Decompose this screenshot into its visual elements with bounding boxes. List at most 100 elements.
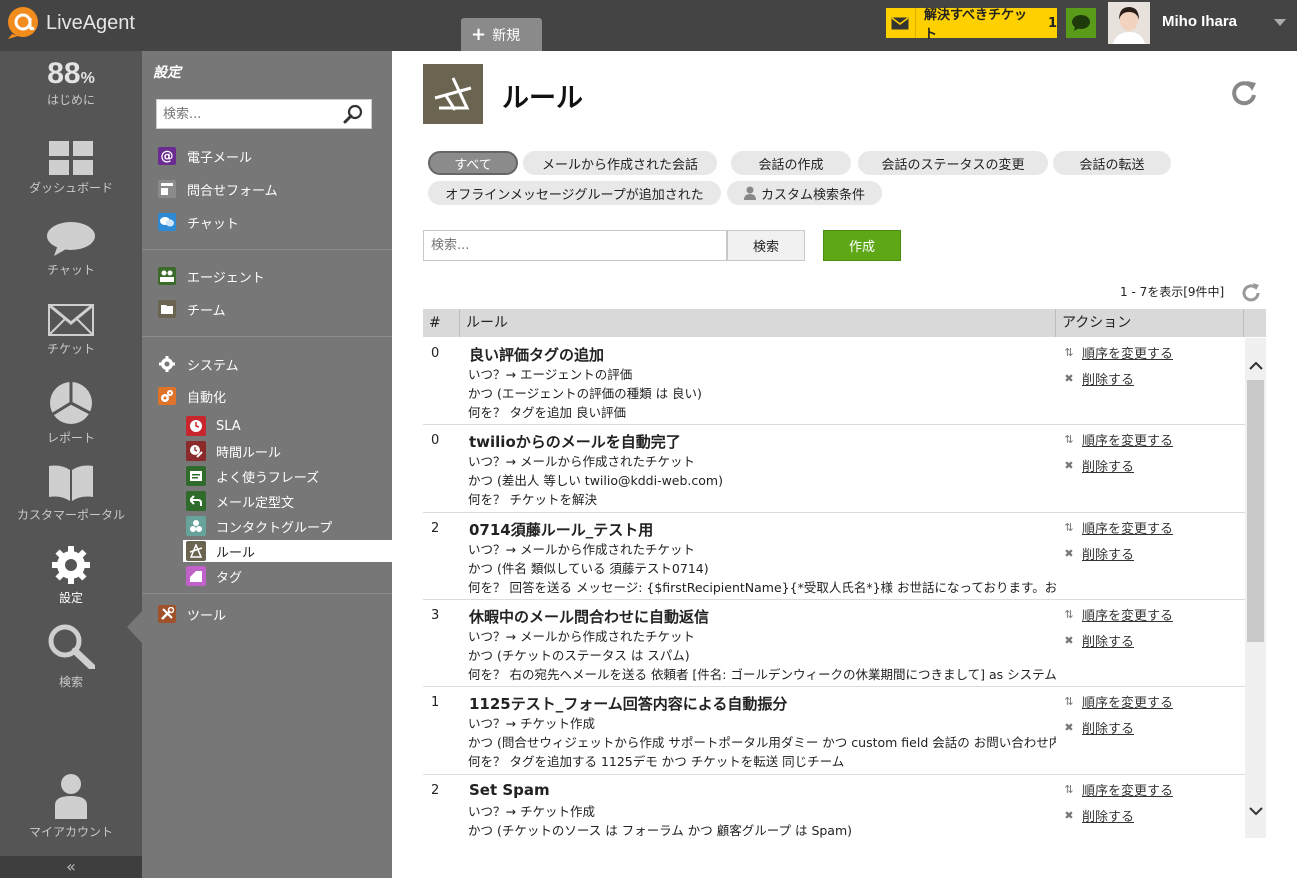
nav-search[interactable]: 検索	[0, 623, 142, 690]
avatar[interactable]	[1108, 2, 1150, 44]
settings-item-teams[interactable]: チーム	[158, 298, 226, 320]
rules-search-input[interactable]	[423, 230, 727, 261]
delete-link[interactable]: 削除する	[1082, 544, 1134, 563]
settings-subitem-mail-templates[interactable]: メール定型文	[186, 490, 294, 512]
settings-subitem-rules[interactable]: ルール	[183, 540, 392, 562]
user-icon	[55, 774, 87, 819]
reorder-link[interactable]: 順序を変更する	[1082, 780, 1173, 799]
table-row[interactable]: 0 良い評価タグの追加 いつ？→ エージェントの評価 かつ (エージェントの評価…	[423, 338, 1245, 425]
chevron-up-icon[interactable]	[1248, 358, 1264, 374]
settings-subitem-sla[interactable]: SLA	[186, 415, 241, 437]
table-row[interactable]: 1 1125テスト_フォーム回答内容による自動振分 いつ？→ チケット作成 かつ…	[423, 687, 1245, 775]
settings-item-tools[interactable]: ツール	[158, 603, 226, 625]
settings-item-chat[interactable]: チャット	[158, 211, 239, 233]
row-title[interactable]: 0714須藤ルール_テスト用	[469, 519, 653, 540]
tickets-to-resolve-button[interactable]: 解決すべきチケット 1	[886, 8, 1057, 42]
settings-item-automation[interactable]: 自動化	[158, 385, 226, 407]
row-number: 0	[431, 346, 440, 361]
delete-action[interactable]: ✖ 削除する	[1062, 718, 1134, 737]
filter-email-conversation[interactable]: メールから作成された会話	[523, 151, 717, 175]
delete-action[interactable]: ✖ 削除する	[1062, 544, 1134, 563]
settings-item-system[interactable]: システム	[158, 353, 239, 375]
logo[interactable]: LiveAgent	[4, 5, 135, 41]
search-icon[interactable]	[343, 104, 363, 124]
reorder-link[interactable]: 順序を変更する	[1082, 343, 1173, 362]
refresh-icon[interactable]	[1241, 282, 1261, 302]
user-name[interactable]: Miho Ihara	[1162, 13, 1237, 30]
divider	[142, 249, 392, 250]
create-button[interactable]: 作成	[823, 230, 901, 261]
scrollbar-thumb[interactable]	[1247, 380, 1264, 642]
row-title[interactable]: Set Spam	[469, 781, 550, 799]
nav-customer-portal[interactable]: カスタマーポータル	[0, 464, 142, 523]
row-title[interactable]: 良い評価タグの追加	[469, 344, 604, 365]
nav-my-account[interactable]: マイアカウント	[0, 773, 142, 840]
table-row[interactable]: 2 Set Spam いつ？→ チケット作成 かつ (チケットのソース は フォ…	[423, 775, 1245, 838]
filter-status-changed[interactable]: 会話のステータスの変更	[858, 151, 1048, 175]
settings-item-contact-form[interactable]: 問合せフォーム	[158, 178, 278, 200]
nav-reports[interactable]: レポート	[0, 381, 142, 446]
nav-label: マイアカウント	[28, 825, 113, 839]
row-title[interactable]: 1125テスト_フォーム回答内容による自動振分	[469, 693, 787, 714]
delete-action[interactable]: ✖ 削除する	[1062, 631, 1134, 650]
divider	[142, 336, 392, 337]
close-icon: ✖	[1064, 459, 1074, 472]
chevron-down-icon[interactable]	[1274, 19, 1286, 26]
nav-dashboard[interactable]: ダッシュボード	[0, 141, 142, 196]
delete-action[interactable]: ✖ 削除する	[1062, 369, 1134, 388]
delete-link[interactable]: 削除する	[1082, 631, 1134, 650]
reorder-link[interactable]: 順序を変更する	[1082, 692, 1173, 711]
settings-subitem-time-rules[interactable]: 時間ルール	[186, 440, 281, 462]
nav-getting-started[interactable]: 88% はじめに	[0, 57, 142, 108]
nav-settings[interactable]: 設定	[0, 545, 142, 606]
settings-item-label: エージェント	[187, 270, 265, 286]
settings-subitem-predefined-answers[interactable]: よく使うフレーズ	[186, 465, 319, 487]
settings-item-agents[interactable]: エージェント	[158, 265, 265, 287]
delete-link[interactable]: 削除する	[1082, 456, 1134, 475]
reorder-action[interactable]: ⇅ 順序を変更する	[1062, 780, 1173, 799]
reorder-action[interactable]: ⇅ 順序を変更する	[1062, 692, 1173, 711]
column-header-number[interactable]: #	[429, 309, 441, 337]
reorder-action[interactable]: ⇅ 順序を変更する	[1062, 518, 1173, 537]
book-icon	[49, 465, 93, 501]
refresh-icon[interactable]	[1230, 79, 1258, 107]
row-condition: いつ？→ メールから作成されたチケット	[468, 629, 695, 644]
reorder-link[interactable]: 順序を変更する	[1082, 518, 1173, 537]
table-row[interactable]: 2 0714須藤ルール_テスト用 いつ？→ メールから作成されたチケット かつ …	[423, 513, 1245, 600]
delete-action[interactable]: ✖ 削除する	[1062, 806, 1134, 825]
nav-chat[interactable]: チャット	[0, 221, 142, 278]
table-row[interactable]: 0 twilioからのメールを自動完了 いつ？→ メールから作成されたチケット …	[423, 425, 1245, 513]
settings-subitem-contact-groups[interactable]: コンタクトグループ	[186, 515, 332, 537]
filter-all[interactable]: すべて	[428, 151, 518, 175]
collapse-sidebar-button[interactable]: «	[0, 856, 142, 878]
delete-action[interactable]: ✖ 削除する	[1062, 456, 1134, 475]
table-row[interactable]: 3 休暇中のメール問合わせに自動返信 いつ？→ メールから作成されたチケット か…	[423, 600, 1245, 687]
reorder-action[interactable]: ⇅ 順序を変更する	[1062, 430, 1173, 449]
column-header-rule[interactable]: ルール	[459, 309, 1055, 337]
delete-link[interactable]: 削除する	[1082, 369, 1134, 388]
delete-link[interactable]: 削除する	[1082, 806, 1134, 825]
filter-conversation-created[interactable]: 会話の作成	[731, 151, 851, 175]
table-scrollbar[interactable]	[1245, 338, 1266, 838]
reorder-action[interactable]: ⇅ 順序を変更する	[1062, 605, 1173, 624]
chat-bubble-button[interactable]	[1066, 8, 1096, 38]
row-title[interactable]: twilioからのメールを自動完了	[469, 431, 681, 452]
reorder-link[interactable]: 順序を変更する	[1082, 430, 1173, 449]
settings-item-label: チーム	[187, 303, 226, 319]
filter-offline-message[interactable]: オフラインメッセージグループが追加された	[428, 181, 721, 205]
reorder-action[interactable]: ⇅ 順序を変更する	[1062, 343, 1173, 362]
new-tab-button[interactable]: + 新規	[461, 18, 542, 51]
double-chevron-left-icon: «	[66, 857, 76, 876]
nav-label: レポート	[46, 431, 95, 445]
delete-link[interactable]: 削除する	[1082, 718, 1134, 737]
chevron-down-icon[interactable]	[1248, 803, 1264, 819]
settings-item-email[interactable]: @ 電子メール	[158, 145, 252, 167]
row-title[interactable]: 休暇中のメール問合わせに自動返信	[469, 606, 709, 627]
settings-search-input[interactable]	[157, 100, 337, 128]
reorder-link[interactable]: 順序を変更する	[1082, 605, 1173, 624]
filter-custom-search[interactable]: カスタム検索条件	[727, 181, 882, 205]
settings-subitem-tags[interactable]: タグ	[186, 565, 242, 587]
filter-conversation-transferred[interactable]: 会話の転送	[1053, 151, 1171, 175]
nav-tickets[interactable]: チケット	[0, 304, 142, 357]
search-button[interactable]: 検索	[727, 230, 805, 261]
